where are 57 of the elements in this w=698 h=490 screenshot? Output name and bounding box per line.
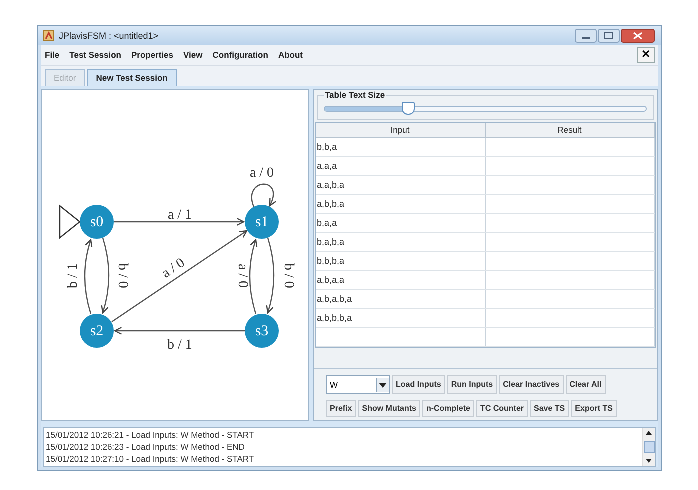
table-cell: a,b,a,b,a bbox=[316, 290, 486, 308]
window-title: JPlavisFSM : <untitled1> bbox=[59, 30, 159, 40]
close-button[interactable] bbox=[621, 28, 655, 42]
transition-label: a / 1 bbox=[168, 208, 192, 224]
table-cell: b,a,b,a bbox=[316, 233, 486, 251]
state-label: s0 bbox=[90, 214, 104, 230]
maximize-button[interactable] bbox=[598, 28, 620, 42]
state-label: s2 bbox=[90, 323, 104, 340]
transition-label: b / 0 bbox=[280, 264, 296, 288]
transition-label: a / 0 bbox=[250, 166, 274, 182]
method-dropdown[interactable]: W bbox=[326, 375, 390, 394]
table-cell: a,b,a,a bbox=[316, 271, 486, 289]
column-header[interactable]: Result bbox=[486, 123, 655, 137]
table-cell: b,b,a bbox=[316, 138, 486, 156]
caret-icon bbox=[376, 378, 389, 392]
action-button[interactable]: Clear All bbox=[566, 375, 606, 394]
transition-label: a / 0 bbox=[160, 256, 188, 282]
menu-item[interactable]: File bbox=[45, 50, 60, 60]
table-cell: b,a,a bbox=[316, 214, 486, 232]
action-button[interactable]: n-Complete bbox=[422, 400, 474, 417]
tab[interactable]: New Test Session bbox=[87, 69, 177, 86]
action-button[interactable]: TC Counter bbox=[476, 400, 528, 417]
action-button[interactable]: Run Inputs bbox=[447, 375, 498, 394]
menu-item[interactable]: Configuration bbox=[212, 50, 268, 60]
table-cell: a,b,b,b,a bbox=[316, 309, 486, 327]
table-cell: a,a,b,a bbox=[316, 176, 486, 194]
table-cell: a,b,b,a bbox=[316, 195, 486, 213]
minimize-button[interactable] bbox=[575, 28, 597, 42]
action-button[interactable]: Show Mutants bbox=[358, 400, 420, 417]
action-button[interactable]: Prefix bbox=[326, 400, 356, 417]
app-icon bbox=[43, 30, 55, 42]
transition-label: b / 1 bbox=[168, 338, 192, 354]
state-label: s3 bbox=[255, 323, 269, 340]
action-button[interactable]: Save TS bbox=[530, 400, 570, 417]
close-button[interactable]: ✕ bbox=[637, 47, 655, 63]
slider-thumb[interactable] bbox=[402, 102, 416, 115]
scrollbar[interactable] bbox=[642, 428, 655, 466]
group-title: Table Text Size bbox=[324, 90, 386, 100]
menu-item[interactable]: About bbox=[278, 50, 303, 60]
state-node bbox=[80, 205, 114, 239]
column-header[interactable]: Input bbox=[316, 123, 486, 137]
action-button[interactable]: Export TS bbox=[571, 400, 617, 417]
log-line: 15/01/2012 10:26:21 - Load Inputs: W Method - START bbox=[46, 429, 256, 441]
table-cell: a,a,a bbox=[316, 157, 486, 175]
action-button[interactable]: Clear Inactives bbox=[499, 375, 564, 394]
table-cell: b,b,b,a bbox=[316, 252, 486, 270]
menu-item[interactable]: Test Session bbox=[70, 50, 122, 60]
action-button[interactable]: Load Inputs bbox=[392, 375, 446, 394]
transition-label: a / 0 bbox=[234, 264, 250, 288]
log-line: 15/01/2012 10:26:23 - Load Inputs: W Method - END bbox=[46, 441, 246, 453]
menu-item[interactable]: Properties bbox=[131, 50, 174, 60]
transition-arrow bbox=[252, 184, 276, 208]
menu-item[interactable]: View bbox=[184, 50, 203, 60]
transition-label: b / 0 bbox=[114, 264, 130, 288]
log-line: 15/01/2012 10:27:10 - Load Inputs: W Method - START bbox=[46, 453, 256, 465]
transition-label: b / 1 bbox=[66, 264, 82, 288]
state-label: s1 bbox=[255, 214, 269, 230]
